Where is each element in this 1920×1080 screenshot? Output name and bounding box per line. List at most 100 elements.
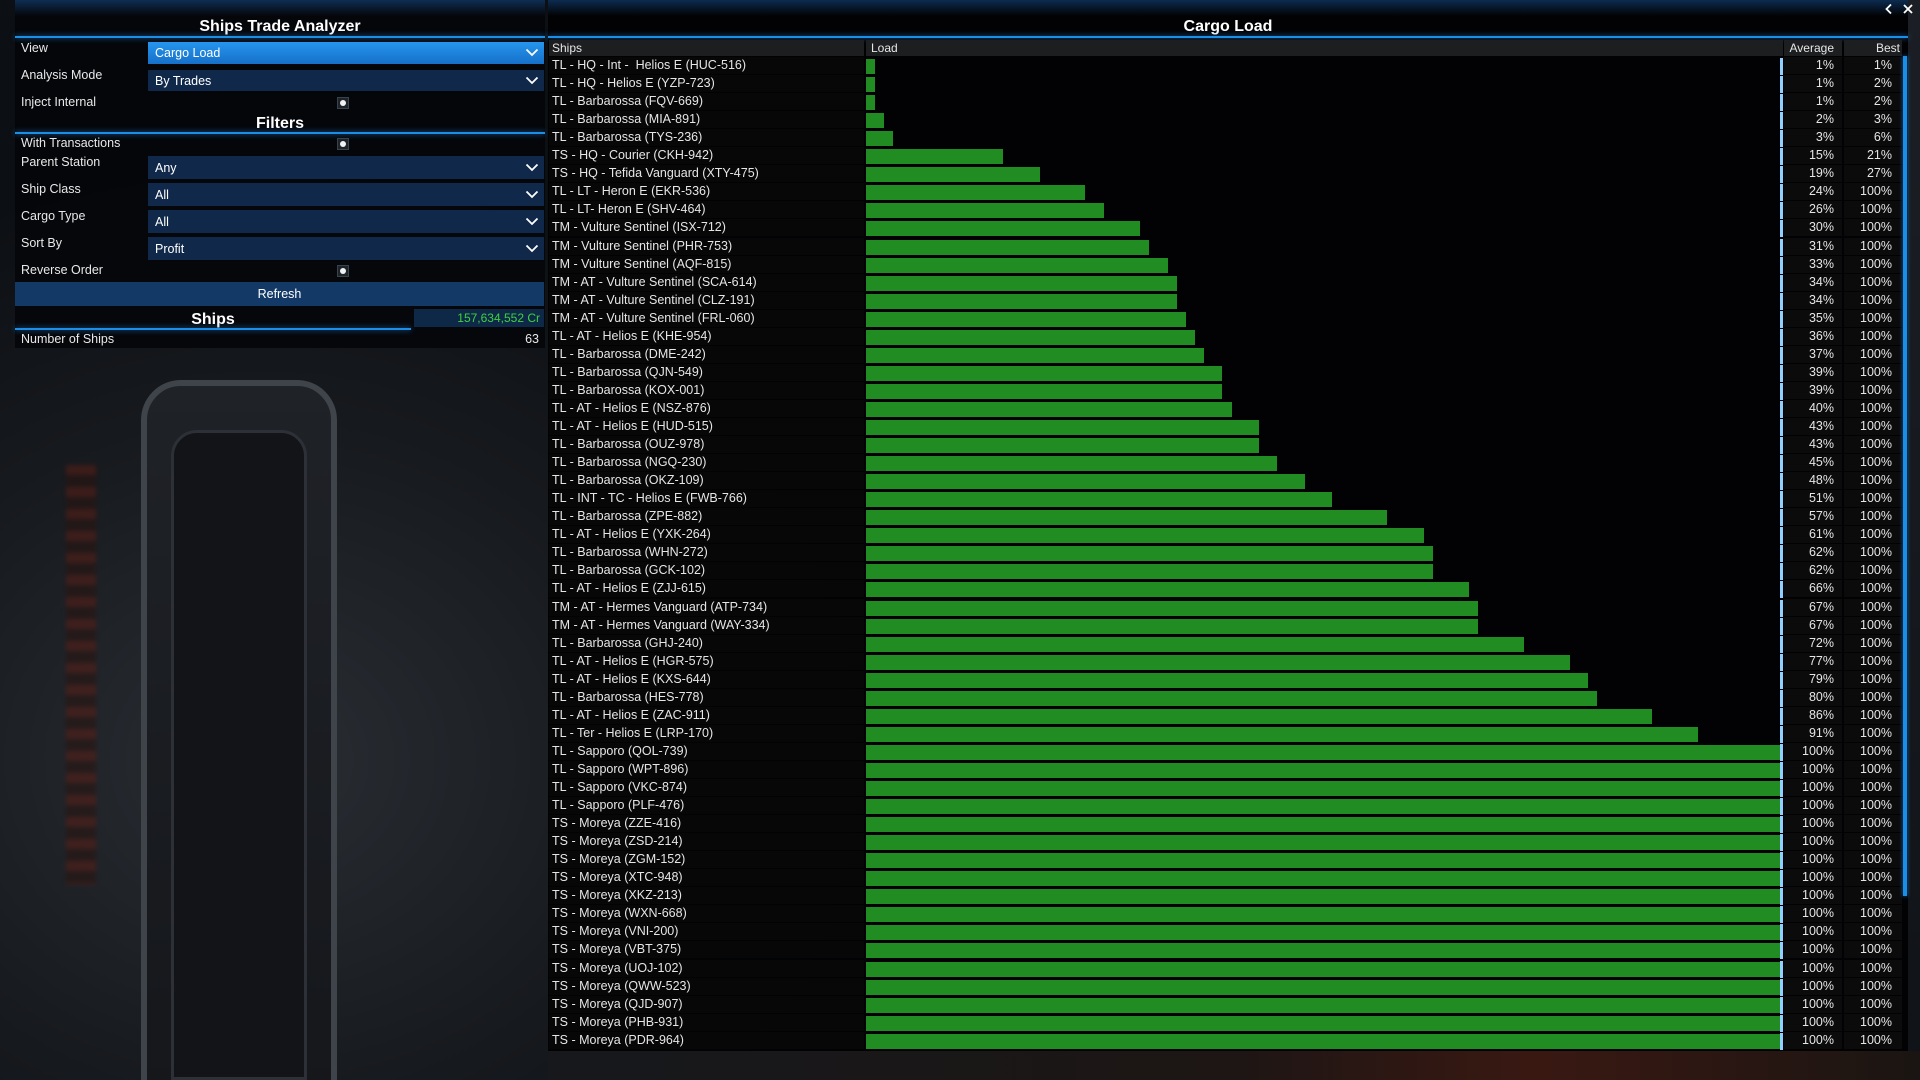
table-row[interactable]: TL - Barbarossa (MIA-891) 2% 3% <box>548 111 1903 130</box>
table-row[interactable]: TL - LT- Heron E (SHV-464) 26% 100% <box>548 201 1903 220</box>
inject-internal-label: Inject Internal <box>21 95 97 109</box>
table-row[interactable]: TL - LT - Heron E (EKR-536) 24% 100% <box>548 183 1903 202</box>
table-row[interactable]: TL - Sapporo (QOL-739) 100% 100% <box>548 742 1903 761</box>
table-row[interactable]: TL - Sapporo (WPT-896) 100% 100% <box>548 760 1903 779</box>
table-row[interactable]: TM - AT - Hermes Vanguard (ATP-734) 67% 10… <box>548 598 1903 617</box>
average-load: 33% <box>1784 255 1842 273</box>
table-row[interactable]: TL - HQ - Int - Helios E (HUC-516) 1% 1% <box>548 57 1903 75</box>
column-header-best[interactable]: Best <box>1844 40 1902 56</box>
view-dropdown[interactable]: Cargo Load <box>148 42 544 64</box>
chevron-left-icon[interactable] <box>1883 3 1895 15</box>
table-row[interactable]: TS - Moreya (VBT-375) 100% 100% <box>548 941 1903 960</box>
load-cell <box>866 544 1783 563</box>
table-row[interactable]: TL - AT - Helios E (ZAC-911) 86% 100% <box>548 706 1903 725</box>
cargo-type-dropdown[interactable]: All <box>148 210 544 233</box>
reverse-order-checkbox[interactable] <box>337 265 349 277</box>
column-header-load[interactable]: Load <box>866 40 1783 56</box>
table-row[interactable]: TS - Moreya (ZGM-152) 100% 100% <box>548 851 1903 870</box>
table-row[interactable]: TL - AT - Helios E (KHE-954) 36% 100% <box>548 327 1903 346</box>
table-row[interactable]: TS - HQ - Tefida Vanguard (XTY-475) 19% 27… <box>548 165 1903 184</box>
table-row[interactable]: TL - Barbarossa (KOX-001) 39% 100% <box>548 381 1903 400</box>
table-row[interactable]: TS - Moreya (XKZ-213) 100% 100% <box>548 887 1903 906</box>
table-row[interactable]: TL - Sapporo (PLF-476) 100% 100% <box>548 797 1903 816</box>
table-row[interactable]: TM - Vulture Sentinel (PHR-753) 31% 100% <box>548 237 1903 256</box>
table-row[interactable]: TL - INT - TC - Helios E (FWB-766) 51% 100… <box>548 490 1903 509</box>
table-row[interactable]: TL - Barbarossa (QJN-549) 39% 100% <box>548 363 1903 382</box>
table-row[interactable]: TL - AT - Helios E (KXS-644) 79% 100% <box>548 670 1903 689</box>
table-row[interactable]: TL - Barbarossa (FQV-669) 1% 2% <box>548 93 1903 112</box>
table-row[interactable]: TS - HQ - Courier (CKH-942) 15% 21% <box>548 147 1903 166</box>
load-cell <box>866 346 1783 364</box>
table-row[interactable]: TL - Barbarossa (OUZ-978) 43% 100% <box>548 436 1903 455</box>
best-load: 100% <box>1844 490 1902 508</box>
load-max-marker <box>1780 870 1783 888</box>
table-row[interactable]: TM - Vulture Sentinel (AQF-815) 33% 100% <box>548 255 1903 274</box>
parent-station-dropdown[interactable]: Any <box>148 156 544 179</box>
load-bar <box>866 907 1780 923</box>
average-load: 39% <box>1784 363 1842 381</box>
load-cell <box>866 653 1783 671</box>
best-load: 100% <box>1844 399 1902 417</box>
table-row[interactable]: TS - Moreya (UOJ-102) 100% 100% <box>548 959 1903 978</box>
table-row[interactable]: TL - Sapporo (VKC-874) 100% 100% <box>548 779 1903 797</box>
table-row[interactable]: TL - AT - Helios E (HGR-575) 77% 100% <box>548 652 1903 671</box>
table-row[interactable]: TL - Barbarossa (TYS-236) 3% 6% <box>548 129 1903 148</box>
table-row[interactable]: TS - Moreya (WXN-668) 100% 100% <box>548 905 1903 924</box>
table-row[interactable]: TM - Vulture Sentinel (ISX-712) 30% 100% <box>548 219 1903 238</box>
table-row[interactable]: TS - Moreya (PHB-931) 100% 100% <box>548 1013 1903 1032</box>
analysis-mode-dropdown[interactable]: By Trades <box>148 70 544 91</box>
ship-name: TL - Barbarossa (KOX-001) <box>549 381 864 399</box>
cargo-load-panel: Cargo Load Ships Load Average Best TL - … <box>548 0 1908 1051</box>
table-row[interactable]: TL - Barbarossa (DME-242) 37% 100% <box>548 345 1903 364</box>
table-row[interactable]: TL - AT - Helios E (HUD-515) 43% 100% <box>548 418 1903 436</box>
load-bar <box>866 726 1698 742</box>
ship-name: TS - Moreya (WXN-668) <box>549 905 864 923</box>
column-header-average[interactable]: Average <box>1784 40 1842 56</box>
table-row[interactable]: TL - Barbarossa (HES-778) 80% 100% <box>548 688 1903 707</box>
table-row[interactable]: TL - AT - Helios E (NSZ-876) 40% 100% <box>548 399 1903 418</box>
table-row[interactable]: TS - Moreya (QJD-907) 100% 100% <box>548 995 1903 1014</box>
load-max-marker <box>1780 996 1783 1014</box>
table-row[interactable]: TL - Ter - Helios E (LRP-170) 91% 100% <box>548 724 1903 743</box>
table-row[interactable]: TM - AT - Hermes Vanguard (WAY-334) 67% 10… <box>548 616 1903 635</box>
close-icon[interactable] <box>1902 3 1914 15</box>
load-max-marker <box>1780 76 1783 94</box>
with-transactions-checkbox[interactable] <box>337 138 349 150</box>
table-row[interactable]: TM - AT - Vulture Sentinel (FRL-060) 35% 1… <box>548 309 1903 328</box>
load-cell <box>866 310 1783 328</box>
table-row[interactable]: TL - Barbarossa (ZPE-882) 57% 100% <box>548 508 1903 527</box>
table-row[interactable]: TS - Moreya (VNI-200) 100% 100% <box>548 923 1903 942</box>
table-row[interactable]: TL - HQ - Helios E (YZP-723) 1% 2% <box>548 75 1903 94</box>
ship-name: TL - AT - Helios E (YXK-264) <box>549 526 864 544</box>
table-row[interactable]: TL - AT - Helios E (ZJJ-615) 66% 100% <box>548 580 1903 599</box>
best-load: 100% <box>1844 291 1902 309</box>
table-row[interactable]: TL - Barbarossa (WHN-272) 62% 100% <box>548 544 1903 563</box>
table-row[interactable]: TL - Barbarossa (GHJ-240) 72% 100% <box>548 634 1903 653</box>
table-row[interactable]: TS - Moreya (QWW-523) 100% 100% <box>548 977 1903 996</box>
ship-class-dropdown[interactable]: All <box>148 183 544 206</box>
table-row[interactable]: TS - Moreya (PDR-964) 100% 100% <box>548 1031 1903 1050</box>
refresh-button[interactable]: Refresh <box>15 282 544 306</box>
average-load: 34% <box>1784 273 1842 291</box>
load-cell <box>866 382 1783 400</box>
ship-name: TL - Barbarossa (MIA-891) <box>549 111 864 129</box>
table-row[interactable]: TM - AT - Vulture Sentinel (SCA-614) 34% 1… <box>548 273 1903 292</box>
table-scrollbar[interactable] <box>1903 56 1907 896</box>
load-bar <box>866 979 1780 995</box>
table-row[interactable]: TS - Moreya (ZZE-416) 100% 100% <box>548 815 1903 834</box>
table-row[interactable]: TL - Barbarossa (OKZ-109) 48% 100% <box>548 472 1903 491</box>
table-row[interactable]: TL - Barbarossa (NGQ-230) 45% 100% <box>548 454 1903 473</box>
load-bar <box>866 835 1780 851</box>
column-header-ships[interactable]: Ships <box>549 40 864 56</box>
table-row[interactable]: TS - Moreya (XTC-948) 100% 100% <box>548 869 1903 888</box>
sort-by-dropdown[interactable]: Profit <box>148 237 544 260</box>
credits-display: 157,634,552 Cr <box>414 309 544 327</box>
table-row[interactable]: TS - Moreya (ZSD-214) 100% 100% <box>548 833 1903 852</box>
table-row[interactable]: TL - AT - Helios E (YXK-264) 61% 100% <box>548 526 1903 545</box>
ship-name: TM - Vulture Sentinel (ISX-712) <box>549 219 864 237</box>
table-row[interactable]: TM - AT - Vulture Sentinel (CLZ-191) 34% 1… <box>548 291 1903 310</box>
inject-internal-checkbox[interactable] <box>337 97 349 109</box>
load-max-marker <box>1780 256 1783 274</box>
load-bar <box>866 383 1223 399</box>
table-row[interactable]: TL - Barbarossa (GCK-102) 62% 100% <box>548 562 1903 581</box>
